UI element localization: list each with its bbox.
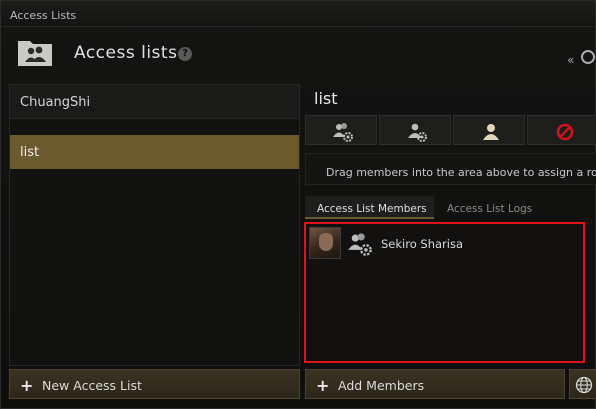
avatar-portrait bbox=[319, 233, 333, 251]
admin-role-icon bbox=[408, 123, 427, 142]
manager-role-icon bbox=[348, 233, 372, 256]
list-item-chuangshi[interactable]: ChuangShi bbox=[10, 85, 299, 119]
member-name: Sekiro Sharisa bbox=[381, 237, 463, 251]
globe-icon bbox=[575, 376, 593, 394]
manager-role-icon bbox=[333, 123, 353, 142]
admin-role-button[interactable] bbox=[379, 115, 451, 145]
page-title: Access lists bbox=[74, 43, 178, 63]
collapse-icon[interactable]: « bbox=[567, 53, 574, 67]
list-item-label: ChuangShi bbox=[20, 95, 91, 110]
plus-icon: + bbox=[316, 376, 330, 395]
members-drop-area[interactable]: Sekiro Sharisa bbox=[304, 222, 585, 363]
avatar bbox=[309, 227, 341, 259]
plus-icon: + bbox=[20, 376, 34, 395]
access-lists-window: Access Lists Access lists ? « ChuangShi … bbox=[0, 0, 596, 409]
member-tabs: Access List Members Access List Logs bbox=[305, 196, 596, 220]
globe-button[interactable] bbox=[569, 369, 596, 399]
window-header: Access lists ? « bbox=[1, 29, 595, 81]
member-role-button[interactable] bbox=[453, 115, 525, 145]
new-access-list-label: New Access List bbox=[42, 378, 142, 393]
list-item-list[interactable]: list bbox=[10, 135, 299, 169]
list-item-label: list bbox=[20, 145, 40, 160]
access-list-folder-icon bbox=[18, 41, 52, 66]
selected-list-title: list bbox=[314, 89, 338, 108]
manager-role-button[interactable] bbox=[305, 115, 377, 145]
list-divider bbox=[10, 119, 299, 135]
window-title: Access Lists bbox=[10, 9, 77, 22]
tab-access-list-logs[interactable]: Access List Logs bbox=[435, 196, 544, 219]
role-toolbar bbox=[305, 115, 596, 147]
blocked-role-icon bbox=[556, 123, 574, 141]
new-access-list-button[interactable]: + New Access List bbox=[9, 369, 300, 399]
window-titlebar[interactable]: Access Lists bbox=[1, 1, 595, 27]
add-members-button[interactable]: + Add Members bbox=[305, 369, 565, 399]
help-icon[interactable]: ? bbox=[178, 47, 192, 61]
drag-hint: Drag members into the area above to assi… bbox=[305, 153, 596, 185]
access-list-list: ChuangShi list bbox=[9, 84, 300, 366]
member-row[interactable]: Sekiro Sharisa bbox=[309, 227, 579, 261]
tab-label: Access List Members bbox=[317, 203, 427, 215]
info-icon[interactable] bbox=[581, 50, 595, 64]
tab-label: Access List Logs bbox=[447, 203, 533, 215]
member-role-icon bbox=[483, 124, 499, 140]
add-members-label: Add Members bbox=[338, 378, 425, 393]
tab-access-list-members[interactable]: Access List Members bbox=[305, 196, 434, 219]
blocked-role-button[interactable] bbox=[527, 115, 596, 145]
